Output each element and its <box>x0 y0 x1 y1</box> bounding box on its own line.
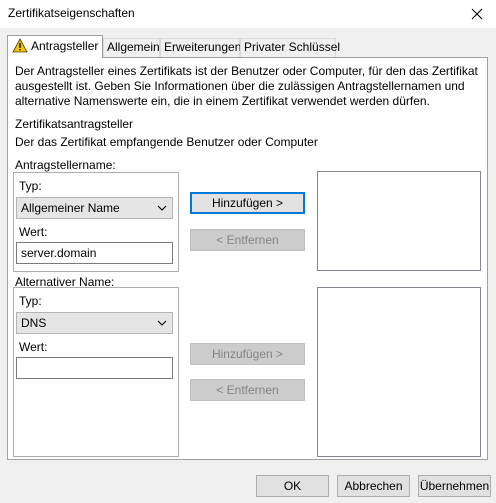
tab-label: Allgemein <box>107 40 160 54</box>
section-subtitle: Der das Zertifikat empfangende Benutzer … <box>15 135 318 149</box>
tab-allgemein[interactable]: Allgemein <box>103 38 160 57</box>
alt-add-button[interactable]: Hinzufügen > <box>190 343 305 365</box>
chevron-down-icon <box>157 320 167 326</box>
subject-name-label: Antragstellername: <box>15 158 116 172</box>
subject-value-input[interactable]: server.domain <box>16 242 173 264</box>
tab-privater-schluessel[interactable]: Privater Schlüssel <box>240 38 340 57</box>
subject-names-list[interactable] <box>317 171 481 271</box>
alt-type-value: DNS <box>21 316 47 330</box>
description-line: Der Antragsteller eines Zertifikats ist … <box>15 64 478 78</box>
close-icon <box>471 8 483 20</box>
alt-type-select[interactable]: DNS <box>16 312 173 334</box>
warning-icon <box>12 38 28 53</box>
subject-value-label: Wert: <box>19 225 48 239</box>
subject-type-select[interactable]: Allgemeiner Name <box>16 197 173 219</box>
subject-add-button[interactable]: Hinzufügen > <box>190 192 305 214</box>
cancel-button[interactable]: Abbrechen <box>337 475 410 497</box>
ok-button[interactable]: OK <box>256 475 329 497</box>
tab-antragsteller[interactable]: Antragsteller <box>7 35 103 58</box>
alt-value-input[interactable] <box>16 357 173 379</box>
window-title: Zertifikatseigenschaften <box>8 6 135 20</box>
chevron-down-icon <box>157 205 167 211</box>
subject-value-text: server.domain <box>21 246 97 260</box>
tab-erweiterungen[interactable]: Erweiterungen <box>160 38 242 57</box>
close-button[interactable] <box>462 1 492 27</box>
tab-label: Privater Schlüssel <box>244 40 341 54</box>
tab-label: Antragsteller <box>31 39 99 53</box>
apply-button[interactable]: Übernehmen <box>418 475 491 497</box>
subject-type-value: Allgemeiner Name <box>21 201 120 215</box>
description-line: alternative Namenswerte ein, die in eine… <box>15 94 430 108</box>
subject-remove-button[interactable]: < Entfernen <box>190 229 305 251</box>
alt-remove-button[interactable]: < Entfernen <box>190 379 305 401</box>
description-line: ausgestellt ist. Geben Sie Informationen… <box>15 79 465 93</box>
alt-names-list[interactable] <box>317 287 481 457</box>
tab-label: Erweiterungen <box>164 40 242 54</box>
subject-type-label: Typ: <box>19 179 42 193</box>
alt-type-label: Typ: <box>19 294 42 308</box>
section-title: Zertifikatsantragsteller <box>15 117 134 131</box>
alt-value-label: Wert: <box>19 340 48 354</box>
